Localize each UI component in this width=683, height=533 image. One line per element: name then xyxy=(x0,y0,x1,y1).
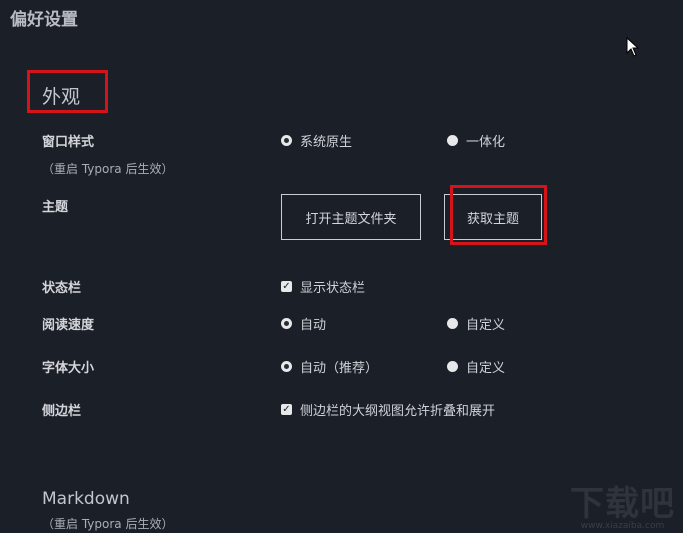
radio-unchecked-icon[interactable] xyxy=(447,318,458,329)
get-theme-highlight-box xyxy=(450,185,547,245)
open-theme-folder-button[interactable]: 打开主题文件夹 xyxy=(281,194,421,240)
font-size-custom-option[interactable]: 自定义 xyxy=(447,357,505,376)
mouse-cursor-icon xyxy=(626,37,640,57)
radio-unchecked-icon[interactable] xyxy=(447,135,458,146)
window-style-label: 窗口样式 xyxy=(42,135,95,150)
window-style-native-option[interactable]: 系统原生 xyxy=(281,131,352,150)
reading-speed-custom-option[interactable]: 自定义 xyxy=(447,314,505,333)
window-style-unified-option[interactable]: 一体化 xyxy=(447,131,505,150)
window-title: 偏好设置 xyxy=(10,10,78,30)
radio-checked-icon[interactable] xyxy=(281,135,292,146)
radio-unchecked-icon[interactable] xyxy=(447,361,458,372)
option-label: 自定义 xyxy=(466,361,506,376)
status-bar-label: 状态栏 xyxy=(42,281,82,296)
option-label: 一体化 xyxy=(466,135,506,150)
markdown-section-title: Markdown xyxy=(42,489,130,509)
sidebar-outline-collapse-checkbox[interactable]: ✓ 侧边栏的大纲视图允许折叠和展开 xyxy=(281,400,495,419)
font-size-auto-option[interactable]: 自动（推荐） xyxy=(281,357,378,376)
watermark-url: www.xiazaiba.com xyxy=(580,521,665,531)
watermark-logo: 下载吧 www.xiazaiba.com xyxy=(570,476,675,531)
window-style-hint: （重启 Typora 后生效） xyxy=(42,162,174,176)
show-status-bar-checkbox[interactable]: ✓ 显示状态栏 xyxy=(281,277,365,296)
radio-checked-icon[interactable] xyxy=(281,318,292,329)
markdown-hint: （重启 Typora 后生效） xyxy=(42,517,174,531)
reading-speed-auto-option[interactable]: 自动 xyxy=(281,314,326,333)
sidebar-label: 侧边栏 xyxy=(42,404,82,419)
checkbox-checked-icon[interactable]: ✓ xyxy=(281,281,292,292)
appearance-section-title: 外观 xyxy=(42,86,81,108)
checkbox-label: 侧边栏的大纲视图允许折叠和展开 xyxy=(300,404,496,419)
option-label: 自动 xyxy=(300,318,327,333)
checkbox-checked-icon[interactable]: ✓ xyxy=(281,404,292,415)
font-size-label: 字体大小 xyxy=(42,361,95,376)
radio-checked-icon[interactable] xyxy=(281,361,292,372)
reading-speed-label: 阅读速度 xyxy=(42,318,95,333)
option-label: 自动（推荐） xyxy=(300,361,379,376)
checkbox-label: 显示状态栏 xyxy=(300,281,366,296)
option-label: 系统原生 xyxy=(300,135,353,150)
option-label: 自定义 xyxy=(466,318,506,333)
watermark-text: 下载吧 xyxy=(570,484,675,524)
theme-label: 主题 xyxy=(42,200,69,215)
